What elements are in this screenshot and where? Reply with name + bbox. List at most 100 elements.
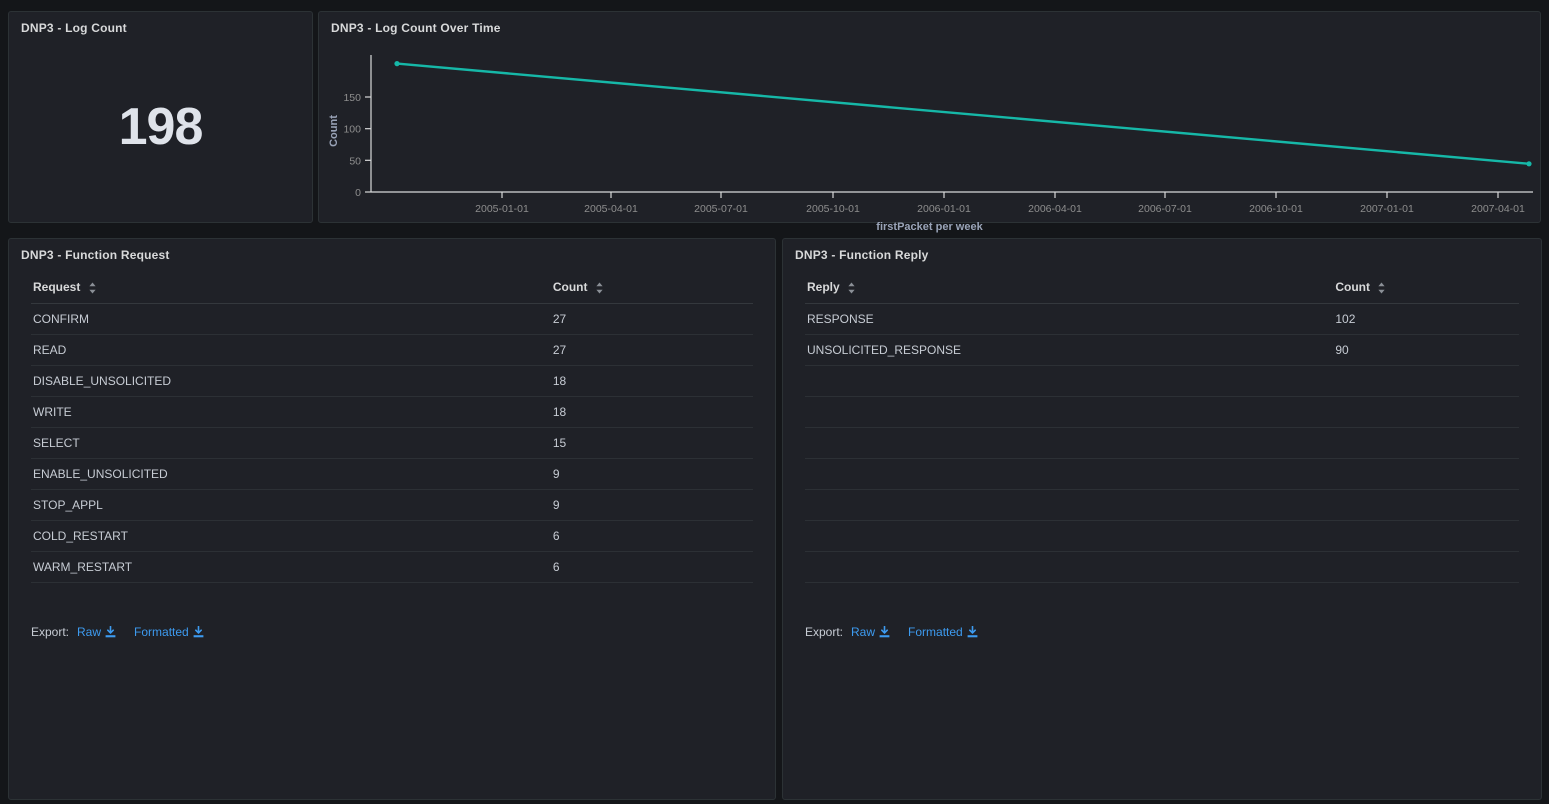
panel-title-log-count: DNP3 - Log Count bbox=[9, 12, 312, 35]
sort-updown-icon[interactable] bbox=[847, 282, 856, 294]
table-row[interactable]: SELECT15 bbox=[31, 428, 753, 459]
sort-updown-icon[interactable] bbox=[88, 282, 97, 294]
cell-name: DISABLE_UNSOLICITED bbox=[31, 366, 551, 397]
cell-empty bbox=[805, 521, 1333, 552]
table-row[interactable]: READ27 bbox=[31, 335, 753, 366]
dashboard: DNP3 - Log Count 198 DNP3 - Log Count Ov… bbox=[0, 0, 1549, 804]
cell-empty bbox=[805, 552, 1333, 583]
export-raw-label: Raw bbox=[851, 625, 875, 639]
panel-log-count: DNP3 - Log Count 198 bbox=[8, 11, 313, 223]
cell-empty bbox=[1333, 397, 1519, 428]
cell-name: UNSOLICITED_RESPONSE bbox=[805, 335, 1333, 366]
export-formatted-link[interactable]: Formatted bbox=[908, 625, 978, 639]
cell-count: 15 bbox=[551, 428, 753, 459]
series-point-start bbox=[394, 61, 399, 66]
table-row-empty bbox=[805, 521, 1519, 552]
column-header-count[interactable]: Count bbox=[551, 272, 753, 304]
download-icon bbox=[879, 626, 890, 638]
cell-name: CONFIRM bbox=[31, 304, 551, 335]
x-tick-4: 2006-01-01 bbox=[917, 203, 971, 215]
cell-name: ENABLE_UNSOLICITED bbox=[31, 459, 551, 490]
cell-name: STOP_APPL bbox=[31, 490, 551, 521]
cell-empty bbox=[1333, 552, 1519, 583]
function-reply-table-wrap: Reply Count RESPONSE102UN bbox=[783, 262, 1541, 583]
table-row[interactable]: RESPONSE102 bbox=[805, 304, 1519, 335]
table-row-empty bbox=[805, 459, 1519, 490]
cell-count: 102 bbox=[1333, 304, 1519, 335]
cell-count: 18 bbox=[551, 397, 753, 428]
export-raw-link[interactable]: Raw bbox=[851, 625, 890, 639]
cell-name: SELECT bbox=[31, 428, 551, 459]
function-request-table: Request Count CONFIRM27RE bbox=[31, 272, 753, 583]
column-header-count-label: Count bbox=[1335, 280, 1370, 294]
panel-title-log-count-over-time: DNP3 - Log Count Over Time bbox=[319, 12, 1540, 35]
y-axis-ticks: 0 50 100 150 bbox=[343, 92, 371, 199]
cell-name: COLD_RESTART bbox=[31, 521, 551, 552]
cell-empty bbox=[805, 366, 1333, 397]
column-header-count[interactable]: Count bbox=[1333, 272, 1519, 304]
x-tick-5: 2006-04-01 bbox=[1028, 203, 1082, 215]
y-tick-1: 50 bbox=[349, 155, 361, 167]
y-tick-0: 0 bbox=[355, 187, 361, 199]
series-line-count bbox=[397, 64, 1529, 164]
x-tick-7: 2006-10-01 bbox=[1249, 203, 1303, 215]
column-header-request[interactable]: Request bbox=[31, 272, 551, 304]
table-row-empty bbox=[805, 366, 1519, 397]
cell-empty bbox=[1333, 428, 1519, 459]
table-row-empty bbox=[805, 397, 1519, 428]
export-label: Export: bbox=[31, 625, 69, 639]
cell-count: 6 bbox=[551, 521, 753, 552]
column-header-count-label: Count bbox=[553, 280, 588, 294]
line-chart: 0 50 100 150 Count bbox=[319, 35, 1540, 221]
export-formatted-link[interactable]: Formatted bbox=[134, 625, 204, 639]
column-header-request-label: Request bbox=[33, 280, 80, 294]
sort-updown-icon[interactable] bbox=[1377, 282, 1386, 294]
panel-function-reply: DNP3 - Function Reply Reply Count bbox=[782, 238, 1542, 800]
cell-count: 6 bbox=[551, 552, 753, 583]
stat-value-log-count: 198 bbox=[119, 101, 203, 153]
download-icon bbox=[967, 626, 978, 638]
table-row-empty bbox=[805, 490, 1519, 521]
table-row[interactable]: UNSOLICITED_RESPONSE90 bbox=[805, 335, 1519, 366]
download-icon bbox=[105, 626, 116, 638]
cell-empty bbox=[1333, 521, 1519, 552]
download-icon bbox=[193, 626, 204, 638]
table-row[interactable]: COLD_RESTART6 bbox=[31, 521, 753, 552]
cell-empty bbox=[805, 428, 1333, 459]
function-request-table-wrap: Request Count CONFIRM27RE bbox=[9, 262, 775, 583]
y-axis-title: Count bbox=[328, 115, 340, 147]
cell-empty bbox=[805, 397, 1333, 428]
table-row[interactable]: WARM_RESTART6 bbox=[31, 552, 753, 583]
cell-empty bbox=[805, 490, 1333, 521]
export-raw-label: Raw bbox=[77, 625, 101, 639]
table-header-row: Request Count bbox=[31, 272, 753, 304]
cell-name: READ bbox=[31, 335, 551, 366]
cell-count: 90 bbox=[1333, 335, 1519, 366]
panel-log-count-over-time: DNP3 - Log Count Over Time 0 50 100 150 bbox=[318, 11, 1541, 223]
x-tick-1: 2005-04-01 bbox=[584, 203, 638, 215]
table-row[interactable]: STOP_APPL9 bbox=[31, 490, 753, 521]
cell-empty bbox=[1333, 490, 1519, 521]
panel-title-function-reply: DNP3 - Function Reply bbox=[783, 239, 1541, 262]
function-request-table-body: CONFIRM27READ27DISABLE_UNSOLICITED18WRIT… bbox=[31, 304, 753, 583]
x-axis-ticks: 2005-01-01 2005-04-01 2005-07-01 2005-10… bbox=[475, 192, 1525, 215]
x-tick-9: 2007-04-01 bbox=[1471, 203, 1525, 215]
x-tick-3: 2005-10-01 bbox=[806, 203, 860, 215]
sort-updown-icon[interactable] bbox=[595, 282, 604, 294]
cell-count: 18 bbox=[551, 366, 753, 397]
cell-name: RESPONSE bbox=[805, 304, 1333, 335]
table-row[interactable]: CONFIRM27 bbox=[31, 304, 753, 335]
x-tick-6: 2006-07-01 bbox=[1138, 203, 1192, 215]
cell-empty bbox=[1333, 366, 1519, 397]
table-row[interactable]: WRITE18 bbox=[31, 397, 753, 428]
cell-empty bbox=[1333, 459, 1519, 490]
export-raw-link[interactable]: Raw bbox=[77, 625, 116, 639]
panel-function-request: DNP3 - Function Request Request Count bbox=[8, 238, 776, 800]
cell-count: 9 bbox=[551, 459, 753, 490]
column-header-reply-label: Reply bbox=[807, 280, 840, 294]
x-tick-8: 2007-01-01 bbox=[1360, 203, 1414, 215]
export-formatted-label: Formatted bbox=[134, 625, 189, 639]
table-row[interactable]: DISABLE_UNSOLICITED18 bbox=[31, 366, 753, 397]
column-header-reply[interactable]: Reply bbox=[805, 272, 1333, 304]
table-row[interactable]: ENABLE_UNSOLICITED9 bbox=[31, 459, 753, 490]
